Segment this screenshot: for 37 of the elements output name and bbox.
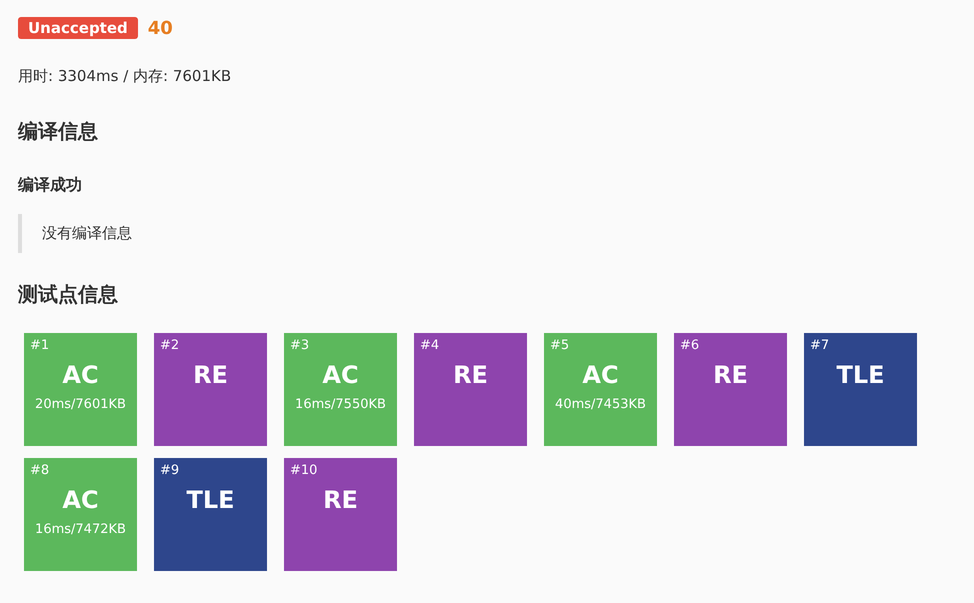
test-case-tile[interactable]: #10 RE [284,458,397,571]
test-case-number: #7 [810,338,830,353]
time-memory: 16ms/7472KB [35,522,126,537]
verdict-badge: Unaccepted [18,17,138,39]
test-result: RE [713,361,748,389]
score: 40 [148,18,173,38]
time-memory-stats: 用时: 3304ms / 内存: 7601KB [18,67,232,86]
test-case-number: #1 [30,338,50,353]
test-result: TLE [186,486,235,514]
test-result: AC [322,361,359,389]
compile-status: 编译成功 [18,175,83,196]
section-heading: 测试点信息 [18,281,119,308]
test-result: RE [453,361,488,389]
test-case-number: #3 [290,338,310,353]
test-case-number: #2 [160,338,180,353]
test-case-number: #8 [30,463,50,478]
test-case-number: #6 [680,338,700,353]
test-result: RE [193,361,228,389]
test-case-number: #5 [550,338,570,353]
test-case-number: #10 [290,463,318,478]
time-memory: 16ms/7550KB [295,397,386,412]
test-case-tile[interactable]: #4 RE [414,333,527,446]
time-memory: 20ms/7601KB [35,397,126,412]
section-heading: 编译信息 [18,118,99,145]
test-result: AC [62,361,99,389]
test-case-tile[interactable]: #6 RE [674,333,787,446]
compile-message: 没有编译信息 [18,214,956,253]
test-case-number: #9 [160,463,180,478]
test-case-tile[interactable]: #7 TLE [804,333,917,446]
test-result: RE [323,486,358,514]
test-case-tile[interactable]: #9 TLE [154,458,267,571]
test-case-tile[interactable]: #2 RE [154,333,267,446]
test-result: AC [62,486,99,514]
time-memory: 40ms/7453KB [555,397,646,412]
test-case-number: #4 [420,338,440,353]
test-result: TLE [836,361,885,389]
test-result: AC [582,361,619,389]
